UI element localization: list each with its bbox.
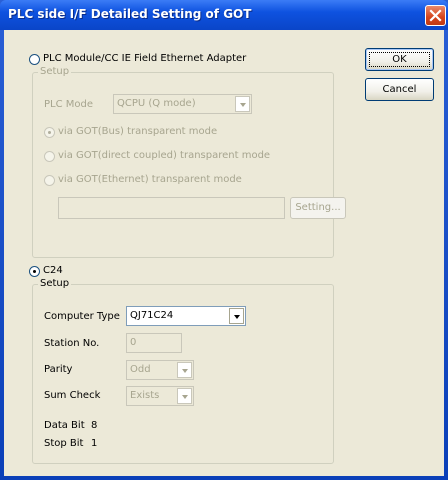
via-direct-radio[interactable]: [44, 151, 55, 162]
dialog-client-area: PLC Module/CC IE Field Ethernet Adapter …: [4, 30, 444, 476]
via-ethernet-radio[interactable]: [44, 175, 55, 186]
via-direct-label[interactable]: via GOT(direct coupled) transparent mode: [58, 150, 270, 161]
close-icon: [429, 9, 442, 22]
c24-setup-label: Setup: [38, 278, 72, 289]
cancel-button[interactable]: Cancel: [365, 78, 434, 101]
station-no-field[interactable]: 0: [126, 333, 182, 353]
ethernet-setting-field[interactable]: [58, 197, 285, 219]
plc-module-radio-label[interactable]: PLC Module/CC IE Field Ethernet Adapter: [43, 53, 246, 64]
sum-check-label: Sum Check: [44, 390, 101, 401]
computer-type-dropdown-arrow[interactable]: [229, 308, 244, 324]
ok-button[interactable]: OK: [365, 48, 434, 71]
sum-check-value: Exists: [130, 390, 160, 401]
close-button[interactable]: [425, 5, 446, 26]
computer-type-select[interactable]: QJ71C24: [126, 306, 246, 326]
station-no-label: Station No.: [44, 338, 100, 349]
plc-mode-value: QCPU (Q mode): [117, 98, 196, 109]
parity-select[interactable]: Odd: [126, 360, 194, 380]
parity-dropdown-arrow[interactable]: [177, 362, 192, 378]
c24-radio[interactable]: [29, 266, 40, 277]
computer-type-value: QJ71C24: [130, 310, 174, 321]
plc-module-radio[interactable]: [29, 54, 40, 65]
dialog-window: PLC side I/F Detailed Setting of GOT PLC…: [0, 0, 448, 480]
sum-check-dropdown-arrow[interactable]: [177, 388, 192, 404]
plc-mode-dropdown-arrow[interactable]: [235, 96, 250, 112]
title-bar[interactable]: PLC side I/F Detailed Setting of GOT: [0, 0, 448, 30]
c24-radio-label[interactable]: C24: [43, 265, 63, 276]
chevron-down-icon: [182, 369, 188, 373]
stop-bit-value: 1: [91, 438, 98, 449]
setting-button[interactable]: Setting...: [290, 197, 346, 219]
station-no-value: 0: [130, 337, 137, 348]
plc-module-setup-label: Setup: [38, 66, 72, 77]
via-ethernet-label[interactable]: via GOT(Ethernet) transparent mode: [58, 174, 242, 185]
chevron-down-icon: [234, 315, 240, 319]
parity-label: Parity: [44, 364, 73, 375]
via-bus-label[interactable]: via GOT(Bus) transparent mode: [58, 126, 217, 137]
data-bit-label: Data Bit: [44, 420, 85, 431]
data-bit-value: 8: [91, 420, 98, 431]
parity-value: Odd: [130, 364, 151, 375]
sum-check-select[interactable]: Exists: [126, 386, 194, 406]
plc-mode-label: PLC Mode: [44, 99, 94, 110]
focus-rect: [369, 52, 430, 67]
window-title: PLC side I/F Detailed Setting of GOT: [8, 7, 252, 21]
chevron-down-icon: [182, 395, 188, 399]
computer-type-label: Computer Type: [44, 311, 120, 322]
stop-bit-label: Stop Bit: [44, 438, 84, 449]
via-bus-radio[interactable]: [44, 127, 55, 138]
plc-mode-select[interactable]: QCPU (Q mode): [113, 94, 252, 114]
chevron-down-icon: [240, 103, 246, 107]
